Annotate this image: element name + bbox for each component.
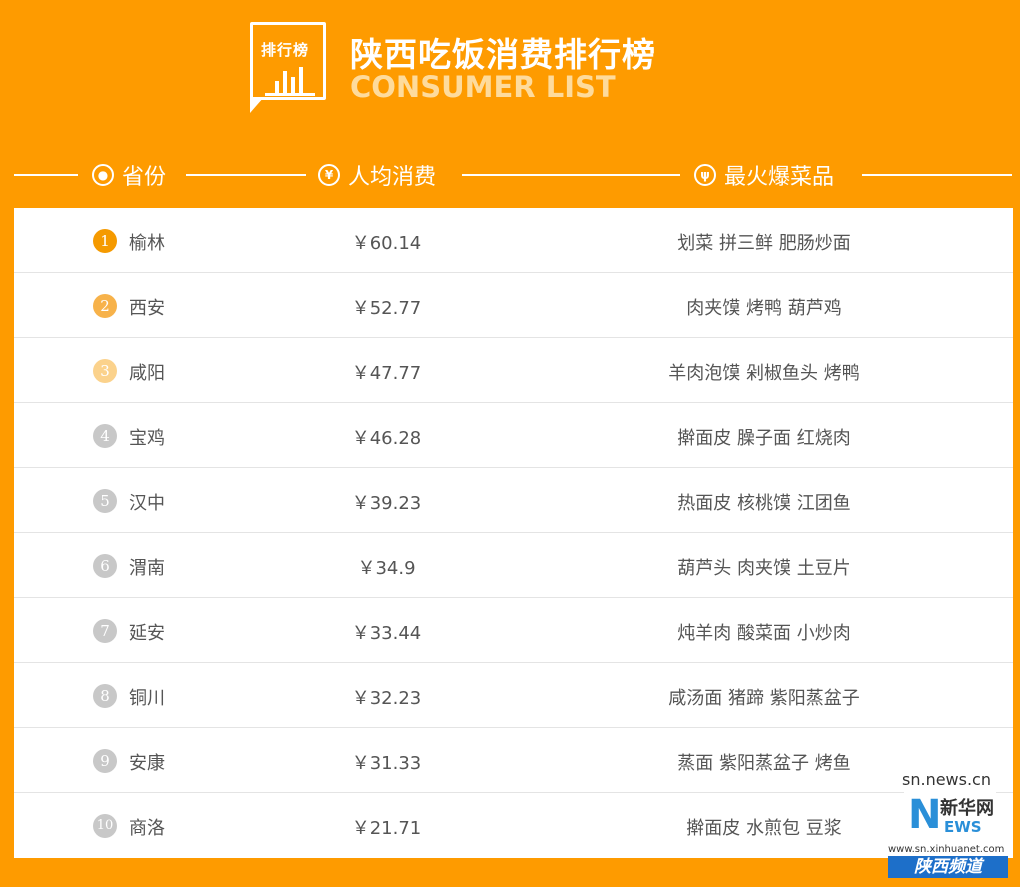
column-avg-spend-label: 人均消费 bbox=[348, 165, 437, 190]
table-row: 5 汉中 ￥39.23 热面皮 核桃馍 江团鱼 bbox=[14, 468, 1013, 533]
divider-line bbox=[862, 174, 1012, 176]
price-cell: ￥21.71 bbox=[351, 818, 422, 839]
province-cell: 安康 bbox=[129, 753, 165, 774]
price-cell: ￥47.77 bbox=[351, 363, 422, 384]
table-row: 10 商洛 ￥21.71 擀面皮 水煎包 豆浆 bbox=[14, 793, 1013, 858]
province-cell: 延安 bbox=[129, 623, 165, 644]
dishes-cell: 擀面皮 臊子面 红烧肉 bbox=[677, 428, 851, 449]
utensils-icon: ψ bbox=[694, 164, 716, 186]
rank-badge: 9 bbox=[93, 749, 117, 773]
logo-tail bbox=[250, 97, 264, 113]
price-cell: ￥31.33 bbox=[351, 753, 422, 774]
watermark-url: sn.news.cn bbox=[902, 770, 991, 789]
dishes-cell: 炖羊肉 酸菜面 小炒肉 bbox=[677, 623, 851, 644]
divider-line bbox=[462, 174, 680, 176]
province-cell: 铜川 bbox=[129, 688, 165, 709]
location-pin-icon: ● bbox=[92, 164, 114, 186]
table-row: 1 榆林 ￥60.14 划菜 拼三鲜 肥肠炒面 bbox=[14, 208, 1013, 273]
dishes-cell: 葫芦头 肉夹馍 土豆片 bbox=[677, 558, 851, 579]
table-row: 8 铜川 ￥32.23 咸汤面 猪蹄 紫阳蒸盆子 bbox=[14, 663, 1013, 728]
table-row: 2 西安 ￥52.77 肉夹馍 烤鸭 葫芦鸡 bbox=[14, 273, 1013, 338]
watermark-site: www.sn.xinhuanet.com bbox=[888, 844, 1005, 855]
table-row: 6 渭南 ￥34.9 葫芦头 肉夹馍 土豆片 bbox=[14, 533, 1013, 598]
yuan-icon: ¥ bbox=[318, 164, 340, 186]
province-cell: 渭南 bbox=[129, 558, 165, 579]
province-cell: 商洛 bbox=[129, 818, 165, 839]
rank-badge: 7 bbox=[93, 619, 117, 643]
rank-badge: 8 bbox=[93, 684, 117, 708]
price-cell: ￥52.77 bbox=[351, 298, 422, 319]
province-cell: 西安 bbox=[129, 298, 165, 319]
dishes-cell: 羊肉泡馍 剁椒鱼头 烤鸭 bbox=[668, 363, 860, 384]
province-cell: 咸阳 bbox=[129, 363, 165, 384]
page-subtitle: CONSUMER LIST bbox=[350, 70, 616, 104]
column-avg-spend: ¥ 人均消费 bbox=[318, 160, 436, 190]
table-row: 3 咸阳 ￥47.77 羊肉泡馍 剁椒鱼头 烤鸭 bbox=[14, 338, 1013, 403]
ranking-logo: 排行榜 bbox=[250, 22, 326, 100]
rank-badge: 6 bbox=[93, 554, 117, 578]
column-hot-dishes-label: 最火爆菜品 bbox=[724, 165, 835, 190]
table-row: 4 宝鸡 ￥46.28 擀面皮 臊子面 红烧肉 bbox=[14, 403, 1013, 468]
rank-badge: 10 bbox=[93, 814, 117, 838]
logo-label: 排行榜 bbox=[261, 41, 310, 59]
header: 排行榜 陕西吃饭消费排行榜 CONSUMER LIST bbox=[0, 0, 1020, 150]
rank-badge: 4 bbox=[93, 424, 117, 448]
xinhua-watermark: sn.news.cn N 新华网 EWS www.sn.xinhuanet.co… bbox=[884, 768, 1012, 880]
rank-badge: 3 bbox=[93, 359, 117, 383]
price-cell: ￥39.23 bbox=[351, 493, 422, 514]
price-cell: ￥46.28 bbox=[351, 428, 422, 449]
rank-badge: 2 bbox=[93, 294, 117, 318]
xinhua-logo: N 新华网 EWS bbox=[904, 788, 996, 844]
price-cell: ￥34.9 bbox=[357, 558, 416, 579]
logo-cn: 新华网 bbox=[940, 798, 994, 819]
logo-ews: EWS bbox=[944, 818, 982, 836]
column-province: ● 省份 bbox=[92, 160, 166, 190]
province-cell: 汉中 bbox=[129, 493, 165, 514]
page-title: 陕西吃饭消费排行榜 bbox=[350, 35, 656, 74]
rank-badge: 5 bbox=[93, 489, 117, 513]
logo-letter: N bbox=[908, 792, 942, 838]
price-cell: ￥60.14 bbox=[351, 233, 422, 254]
divider-line bbox=[186, 174, 306, 176]
column-province-label: 省份 bbox=[122, 165, 167, 190]
dishes-cell: 划菜 拼三鲜 肥肠炒面 bbox=[677, 233, 851, 254]
province-cell: 宝鸡 bbox=[129, 428, 165, 449]
price-cell: ￥32.23 bbox=[351, 688, 422, 709]
dishes-cell: 肉夹馍 烤鸭 葫芦鸡 bbox=[686, 298, 842, 319]
divider-line bbox=[14, 174, 78, 176]
dishes-cell: 热面皮 核桃馍 江团鱼 bbox=[677, 493, 851, 514]
ranking-table: 1 榆林 ￥60.14 划菜 拼三鲜 肥肠炒面 2 西安 ￥52.77 肉夹馍 … bbox=[14, 208, 1013, 858]
column-headers: ● 省份 ¥ 人均消费 ψ 最火爆菜品 bbox=[0, 150, 1020, 202]
bar-chart-icon bbox=[265, 67, 315, 96]
rank-badge: 1 bbox=[93, 229, 117, 253]
column-hot-dishes: ψ 最火爆菜品 bbox=[694, 160, 834, 190]
table-row: 7 延安 ￥33.44 炖羊肉 酸菜面 小炒肉 bbox=[14, 598, 1013, 663]
table-row: 9 安康 ￥31.33 蒸面 紫阳蒸盆子 烤鱼 bbox=[14, 728, 1013, 793]
province-cell: 榆林 bbox=[129, 233, 165, 254]
watermark-channel: 陕西频道 bbox=[888, 856, 1008, 878]
price-cell: ￥33.44 bbox=[351, 623, 422, 644]
dishes-cell: 咸汤面 猪蹄 紫阳蒸盆子 bbox=[668, 688, 860, 709]
